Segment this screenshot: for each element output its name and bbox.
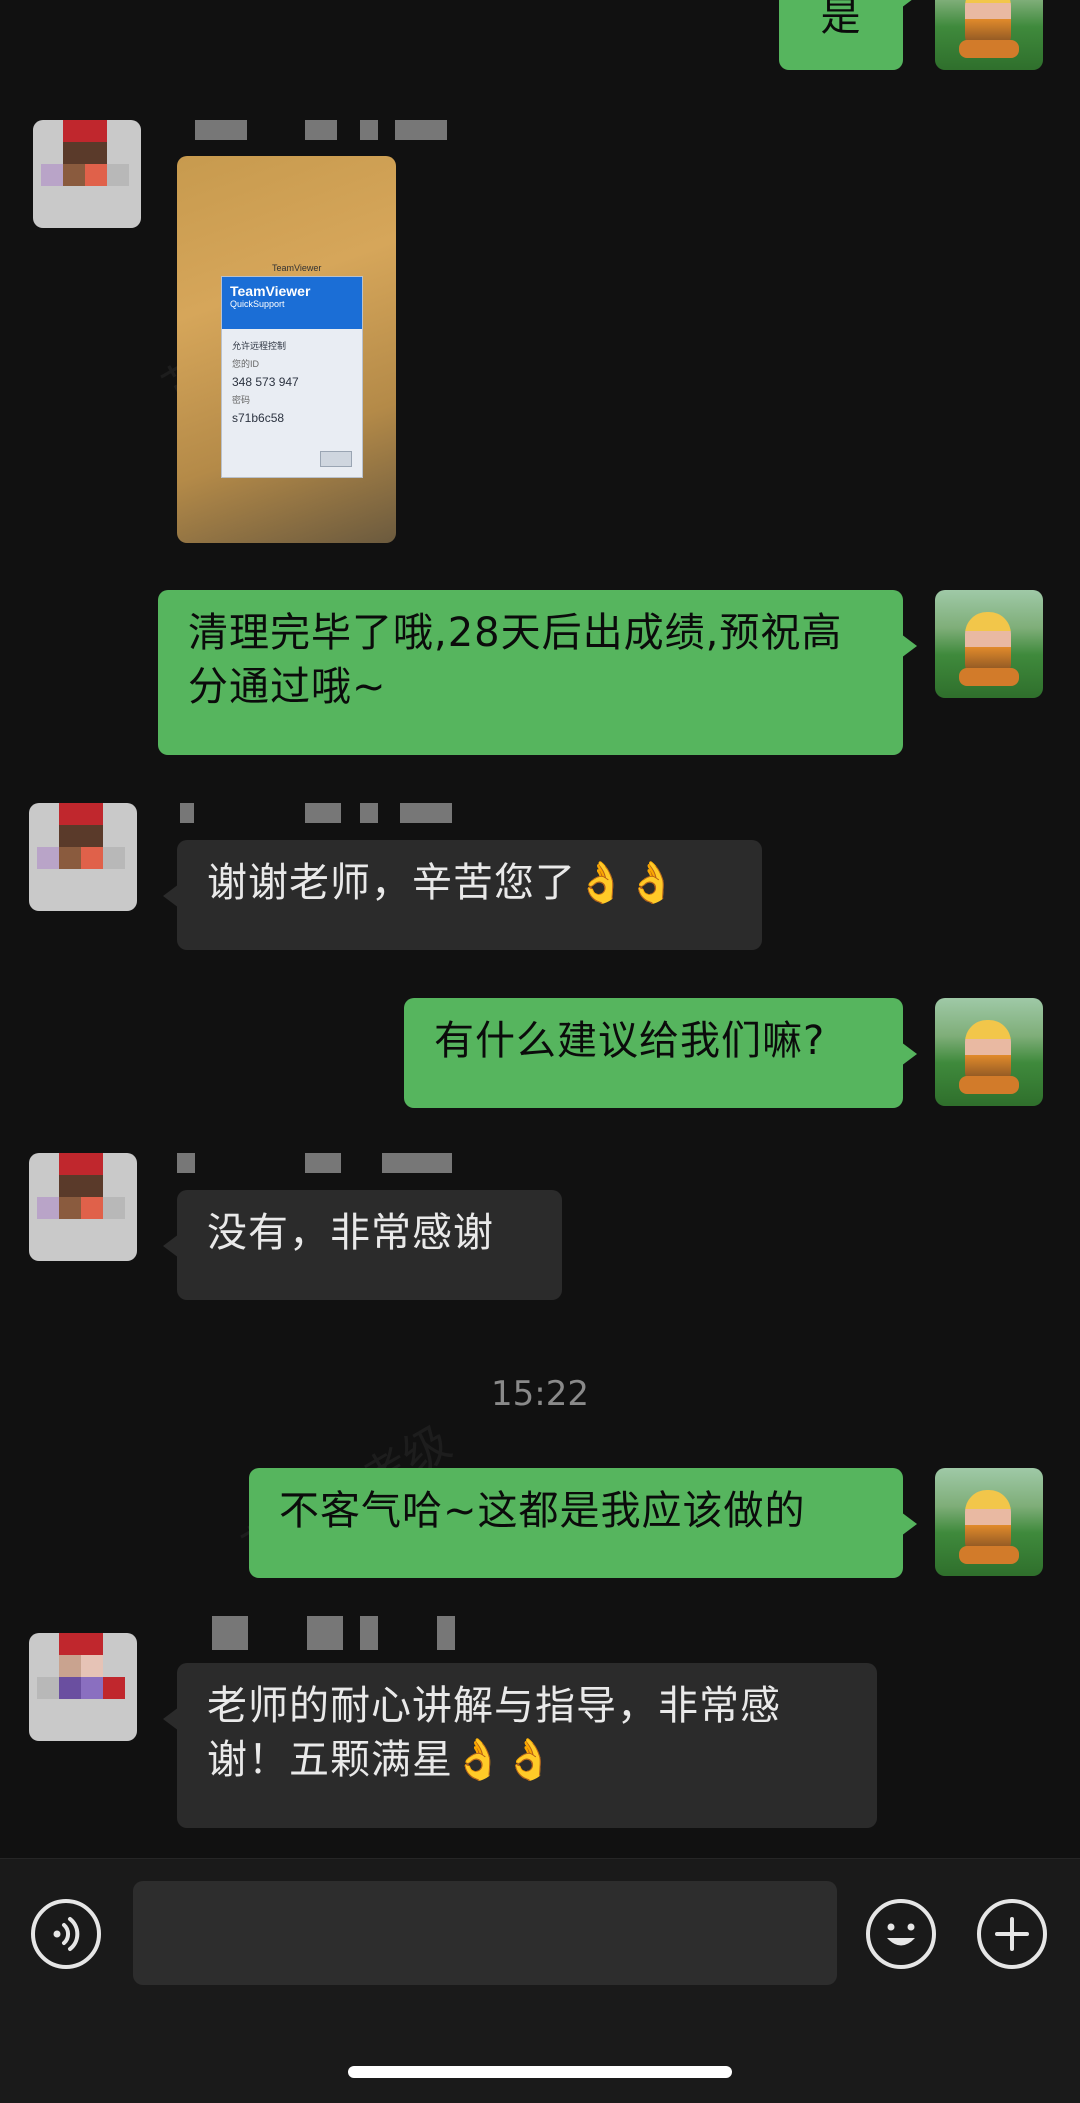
- id-label: 您的ID: [232, 359, 260, 369]
- password-value: s71b6c58: [232, 411, 285, 425]
- chat-area[interactable]: 芷音乐考级 芷音乐考级 芷音乐考级 是 TeamViewer TeamViewe…: [0, 0, 1080, 1858]
- teamviewer-brand: TeamViewer: [230, 283, 311, 299]
- plus-icon: [995, 1917, 1029, 1951]
- my-avatar[interactable]: [935, 0, 1043, 70]
- message-bubble[interactable]: 老师的耐心讲解与指导，非常感谢！五颗满星👌👌: [163, 1663, 877, 1828]
- close-button: [320, 451, 352, 467]
- teamviewer-subtitle: QuickSupport: [230, 299, 285, 309]
- contact-avatar[interactable]: [33, 120, 141, 228]
- timestamp: 15:22: [491, 1374, 589, 1414]
- contact-avatar[interactable]: [29, 803, 137, 911]
- image-message[interactable]: TeamViewer TeamViewer QuickSupport 允许远程控…: [177, 156, 396, 543]
- ok-hand-emoji-icon: 👌👌: [576, 860, 678, 906]
- ok-hand-emoji-icon: 👌👌: [453, 1737, 555, 1783]
- message-bubble[interactable]: 是: [779, 0, 917, 70]
- id-value: 348 573 947: [232, 375, 299, 389]
- message-input[interactable]: [133, 1881, 837, 1985]
- contact-nickname: [195, 120, 455, 140]
- input-bar: [0, 1858, 1080, 2103]
- teamviewer-window: TeamViewer TeamViewer QuickSupport 允许远程控…: [221, 263, 363, 478]
- contact-nickname: [180, 803, 460, 823]
- message-text: 谢谢老师，辛苦您了: [207, 860, 576, 906]
- message-bubble[interactable]: 谢谢老师，辛苦您了👌👌: [163, 840, 762, 950]
- my-avatar[interactable]: [935, 998, 1043, 1106]
- home-indicator[interactable]: [348, 2066, 732, 2078]
- message-bubble[interactable]: 清理完毕了哦,28天后出成绩,预祝高分通过哦~: [158, 590, 917, 755]
- contact-avatar[interactable]: [29, 1153, 137, 1261]
- message-bubble[interactable]: 不客气哈~这都是我应该做的: [249, 1468, 917, 1578]
- my-avatar[interactable]: [935, 1468, 1043, 1576]
- contact-nickname: [212, 1616, 462, 1650]
- contact-nickname: [177, 1153, 457, 1173]
- voice-icon: [53, 1917, 80, 1951]
- my-avatar[interactable]: [935, 590, 1043, 698]
- emoji-button[interactable]: [866, 1899, 936, 1969]
- emoji-face-icon: [887, 1923, 915, 1946]
- allow-remote-label: 允许远程控制: [232, 341, 287, 351]
- message-bubble[interactable]: 有什么建议给我们嘛?: [404, 998, 917, 1108]
- plus-button[interactable]: [977, 1899, 1047, 1969]
- message-bubble[interactable]: 没有，非常感谢: [163, 1190, 562, 1300]
- voice-button[interactable]: [31, 1899, 101, 1969]
- password-label: 密码: [232, 395, 251, 405]
- contact-avatar[interactable]: [29, 1633, 137, 1741]
- teamviewer-title: TeamViewer: [272, 263, 322, 273]
